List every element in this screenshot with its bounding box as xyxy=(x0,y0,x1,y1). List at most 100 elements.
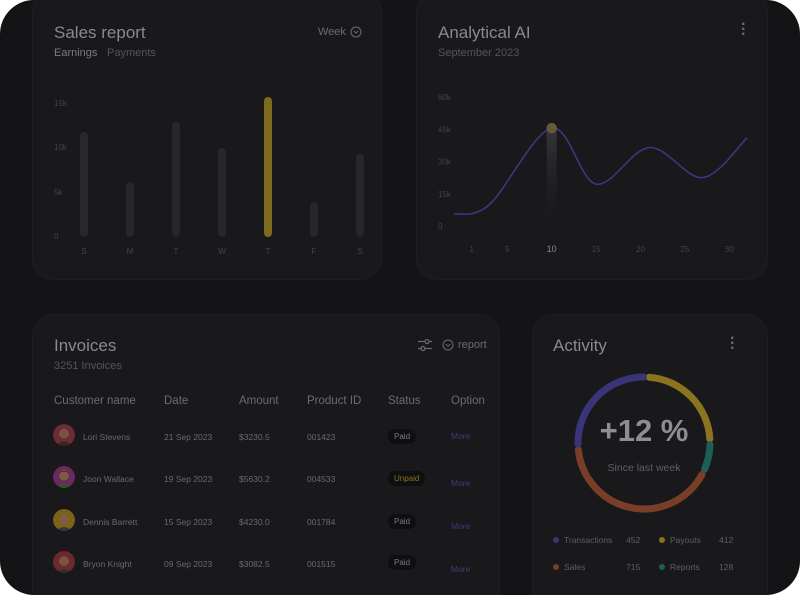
invoices-title: Invoices xyxy=(54,336,117,355)
bar[interactable] xyxy=(356,153,364,237)
x-tick-label: 10 xyxy=(547,244,557,254)
x-tick-label: 5 xyxy=(505,245,510,254)
invoice-amount: $3230.5 xyxy=(239,432,270,442)
status-badge: Unpaid xyxy=(388,471,426,486)
x-tick-label: 20 xyxy=(636,245,645,254)
avatar xyxy=(53,509,75,531)
filter-icon[interactable] xyxy=(417,338,433,352)
col-product-id: Product ID xyxy=(307,395,362,407)
col-status: Status xyxy=(388,395,421,407)
dashboard-frame: Sales report Earnings Payments Week Anal… xyxy=(0,0,800,595)
bar[interactable] xyxy=(172,121,180,237)
invoice-amount: $3082.5 xyxy=(239,559,270,569)
col-option: Option xyxy=(451,395,485,407)
activity-title: Activity xyxy=(553,336,607,355)
y-tick-label: 45k xyxy=(438,125,452,134)
chevron-down-icon xyxy=(442,339,454,351)
invoice-date: 19 Sep 2023 xyxy=(164,474,213,484)
analytical-subtitle: September 2023 xyxy=(438,47,520,59)
status-badge: Paid xyxy=(388,555,417,570)
more-link[interactable]: More xyxy=(451,478,470,488)
x-tick-label: 15 xyxy=(592,245,601,254)
period-label: Week xyxy=(318,26,346,38)
status-badge: Paid xyxy=(388,429,417,444)
legend-label: Reports xyxy=(670,562,700,572)
y-tick-label: 30k xyxy=(438,158,452,167)
bar[interactable] xyxy=(310,201,318,237)
legend-value: 128 xyxy=(719,562,734,572)
x-tick-label: 25 xyxy=(680,245,689,254)
tab-earnings[interactable]: Earnings xyxy=(54,47,97,59)
x-tick-label: T xyxy=(265,247,271,256)
analytical-title: Analytical AI xyxy=(438,23,531,42)
product-id: 001784 xyxy=(307,517,336,527)
customer-name: Bryon Knight xyxy=(83,559,132,569)
sales-report-title: Sales report xyxy=(54,23,146,42)
x-tick-label: 1 xyxy=(470,245,475,254)
bar[interactable] xyxy=(264,96,272,237)
bar[interactable] xyxy=(126,181,134,237)
x-tick-label: T xyxy=(173,247,179,256)
invoice-date: 09 Sep 2023 xyxy=(164,559,213,569)
more-options-icon[interactable]: · · · xyxy=(741,17,746,43)
invoices-count: 3251 Invoices xyxy=(54,360,122,372)
bar[interactable] xyxy=(80,132,88,237)
more-link[interactable]: More xyxy=(451,521,470,531)
more-link[interactable]: More xyxy=(451,564,470,574)
legend-label: Payouts xyxy=(670,535,701,545)
y-tick-label: 10k xyxy=(54,143,67,153)
more-link[interactable]: More xyxy=(451,431,470,441)
x-tick-label: S xyxy=(81,247,87,256)
customer-name: Dennis Barrett xyxy=(83,517,138,527)
more-options-icon[interactable]: · · · xyxy=(730,331,735,357)
avatar xyxy=(53,424,75,446)
legend-dot xyxy=(553,564,559,570)
x-tick-label: 30 xyxy=(725,245,734,254)
avatar xyxy=(53,551,75,573)
y-tick-label: 0 xyxy=(54,232,59,241)
activity-caption: Since last week xyxy=(607,462,681,474)
customer-name: Lori Stevens xyxy=(83,432,131,442)
y-tick-label: 15k xyxy=(54,98,67,108)
y-tick-label: 0 xyxy=(438,222,443,231)
tab-payments[interactable]: Payments xyxy=(107,47,156,59)
legend-value: 412 xyxy=(719,535,734,545)
x-tick-label: M xyxy=(126,247,134,256)
series-line xyxy=(453,127,748,215)
y-tick-label: 15k xyxy=(438,190,452,199)
product-id: 001423 xyxy=(307,432,336,442)
highlight-point[interactable] xyxy=(546,122,557,134)
legend-label: Sales xyxy=(564,562,586,572)
customer-name: Joon Wallace xyxy=(83,474,134,484)
invoice-date: 15 Sep 2023 xyxy=(164,517,213,527)
col-amount: Amount xyxy=(239,395,279,407)
legend-value: 452 xyxy=(626,535,641,545)
report-button[interactable]: report xyxy=(442,339,487,351)
highlight-column xyxy=(546,128,557,234)
chevron-down-icon xyxy=(350,26,362,38)
legend-label: Transactions xyxy=(564,535,613,545)
product-id: 004533 xyxy=(307,474,336,484)
avatar xyxy=(53,466,75,488)
analytical-line-chart: 60k45k30k15k01 5 10 15 20 25 30 xyxy=(438,93,748,254)
invoice-date: 21 Sep 2023 xyxy=(164,432,213,442)
legend-dot xyxy=(659,537,665,543)
invoice-amount: $5630.2 xyxy=(239,474,270,484)
report-label: report xyxy=(458,339,487,351)
period-select[interactable]: Week xyxy=(318,26,362,38)
product-id: 001515 xyxy=(307,559,336,569)
col-customer-name: Customer name xyxy=(54,395,136,407)
status-badge: Paid xyxy=(388,514,417,529)
bar[interactable] xyxy=(218,148,226,237)
legend-dot xyxy=(553,537,559,543)
invoice-amount: $4230.0 xyxy=(239,517,270,527)
x-tick-label: F xyxy=(311,247,317,256)
legend-value: 715 xyxy=(626,562,641,572)
y-tick-label: 60k xyxy=(438,93,452,102)
x-tick-label: W xyxy=(218,247,226,256)
y-tick-label: 5k xyxy=(54,187,63,197)
col-date: Date xyxy=(164,395,189,407)
invoices-card xyxy=(32,314,500,595)
legend-dot xyxy=(659,564,665,570)
donut-slice[interactable] xyxy=(574,446,706,513)
